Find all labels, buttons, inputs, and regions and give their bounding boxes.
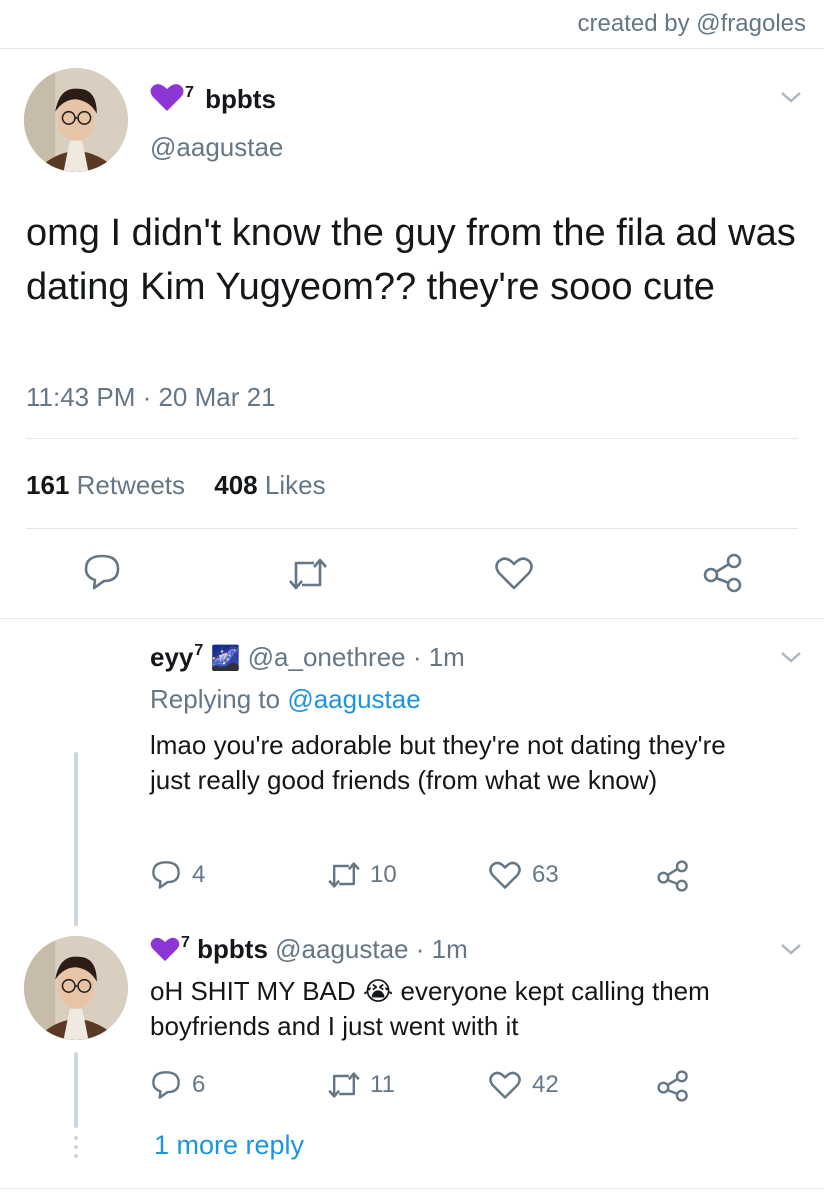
like-icon <box>488 860 522 890</box>
like-count: 42 <box>532 1071 559 1098</box>
avatar[interactable] <box>24 936 128 1040</box>
chevron-down-icon[interactable] <box>780 650 802 664</box>
stats-divider-top <box>26 438 798 439</box>
retweet-icon <box>326 861 362 889</box>
tweet-timestamp[interactable]: 11:43 PM · 20 Mar 21 <box>26 382 276 413</box>
tweet-stats: 161 Retweets 408 Likes <box>26 470 326 501</box>
top-divider <box>0 48 824 49</box>
reply-2-text: oH SHIT MY BAD 😭 everyone kept calling t… <box>150 974 790 1044</box>
superscript-seven: 7 <box>181 934 190 951</box>
stats-divider-bottom <box>26 528 798 529</box>
like-icon <box>488 1070 522 1100</box>
share-icon[interactable] <box>656 860 690 892</box>
reply-1-handle-time: @a_onethree · 1m <box>247 642 465 672</box>
author-handle[interactable]: @aagustae <box>150 132 283 163</box>
retweets-label: Retweets <box>76 470 186 500</box>
reply-icon[interactable] <box>82 553 122 591</box>
reply-2-header[interactable]: 7 bpbts @aagustae · 1m <box>150 934 468 969</box>
retweet-count: 11 <box>370 1071 395 1098</box>
reply-2-handle-time: @aagustae · 1m <box>275 934 468 964</box>
avatar-image <box>24 68 128 172</box>
galaxy-emoji-icon: 🌌 <box>210 645 241 672</box>
thread-line <box>74 752 78 926</box>
thread-dot <box>74 1154 78 1158</box>
reply-1-header[interactable]: eyy7 🌌 @a_onethree · 1m <box>150 642 465 673</box>
display-name: bpbts <box>205 84 276 114</box>
reply-count: 4 <box>192 861 206 888</box>
reply-icon <box>150 1070 182 1100</box>
reply-2-retweet-action[interactable]: 11 <box>326 1071 395 1099</box>
retweets-stat[interactable]: 161 Retweets <box>26 470 192 500</box>
reply-1-reply-action[interactable]: 4 <box>150 860 205 890</box>
main-tweet-divider <box>0 618 824 619</box>
tweet-text: omg I didn't know the guy from the fila … <box>26 212 796 308</box>
replying-to: Replying to @aagustae <box>150 684 421 715</box>
reply-2-reply-action[interactable]: 6 <box>150 1070 205 1100</box>
reply-2-display-name: bpbts <box>197 934 268 964</box>
reply-1-text: lmao you're adorable but they're not dat… <box>150 730 726 795</box>
replying-to-label: Replying to <box>150 684 281 714</box>
superscript-seven: 7 <box>185 84 194 101</box>
reply-2-text-start: oH SHIT MY BAD <box>150 976 356 1006</box>
author-name[interactable]: 7 bpbts <box>150 82 276 119</box>
thread-dot <box>74 1136 78 1140</box>
reply-1-retweet-action[interactable]: 10 <box>326 861 397 889</box>
like-count: 63 <box>532 861 559 888</box>
share-icon[interactable] <box>656 1070 690 1102</box>
reply-1-display-name: eyy <box>150 642 194 672</box>
thread-dot <box>74 1145 78 1149</box>
reply-1-like-action[interactable]: 63 <box>488 860 559 890</box>
reply-count: 6 <box>192 1071 206 1098</box>
purple-heart-icon <box>150 82 184 119</box>
thread-line <box>74 1052 78 1128</box>
avatar[interactable] <box>24 68 128 172</box>
purple-heart-icon <box>150 936 180 969</box>
superscript-seven: 7 <box>194 642 204 659</box>
bottom-divider <box>0 1188 824 1189</box>
crying-emoji-icon: 😭 <box>362 976 394 1006</box>
chevron-down-icon[interactable] <box>780 90 802 104</box>
like-icon[interactable] <box>494 555 534 591</box>
likes-label: Likes <box>264 470 326 500</box>
likes-count: 408 <box>214 470 258 500</box>
reply-2-like-action[interactable]: 42 <box>488 1070 559 1100</box>
retweet-icon[interactable] <box>286 557 330 591</box>
replying-to-link[interactable]: @aagustae <box>287 684 420 714</box>
retweet-count: 10 <box>370 861 397 888</box>
avatar-image <box>24 936 128 1040</box>
reply-icon <box>150 860 182 890</box>
more-replies-link[interactable]: 1 more reply <box>154 1130 304 1161</box>
retweets-count: 161 <box>26 470 70 500</box>
retweet-icon <box>326 1071 362 1099</box>
likes-stat[interactable]: 408 Likes <box>214 470 325 500</box>
chevron-down-icon[interactable] <box>780 942 802 956</box>
share-icon[interactable] <box>702 553 744 593</box>
watermark: created by @fragoles <box>577 10 806 37</box>
